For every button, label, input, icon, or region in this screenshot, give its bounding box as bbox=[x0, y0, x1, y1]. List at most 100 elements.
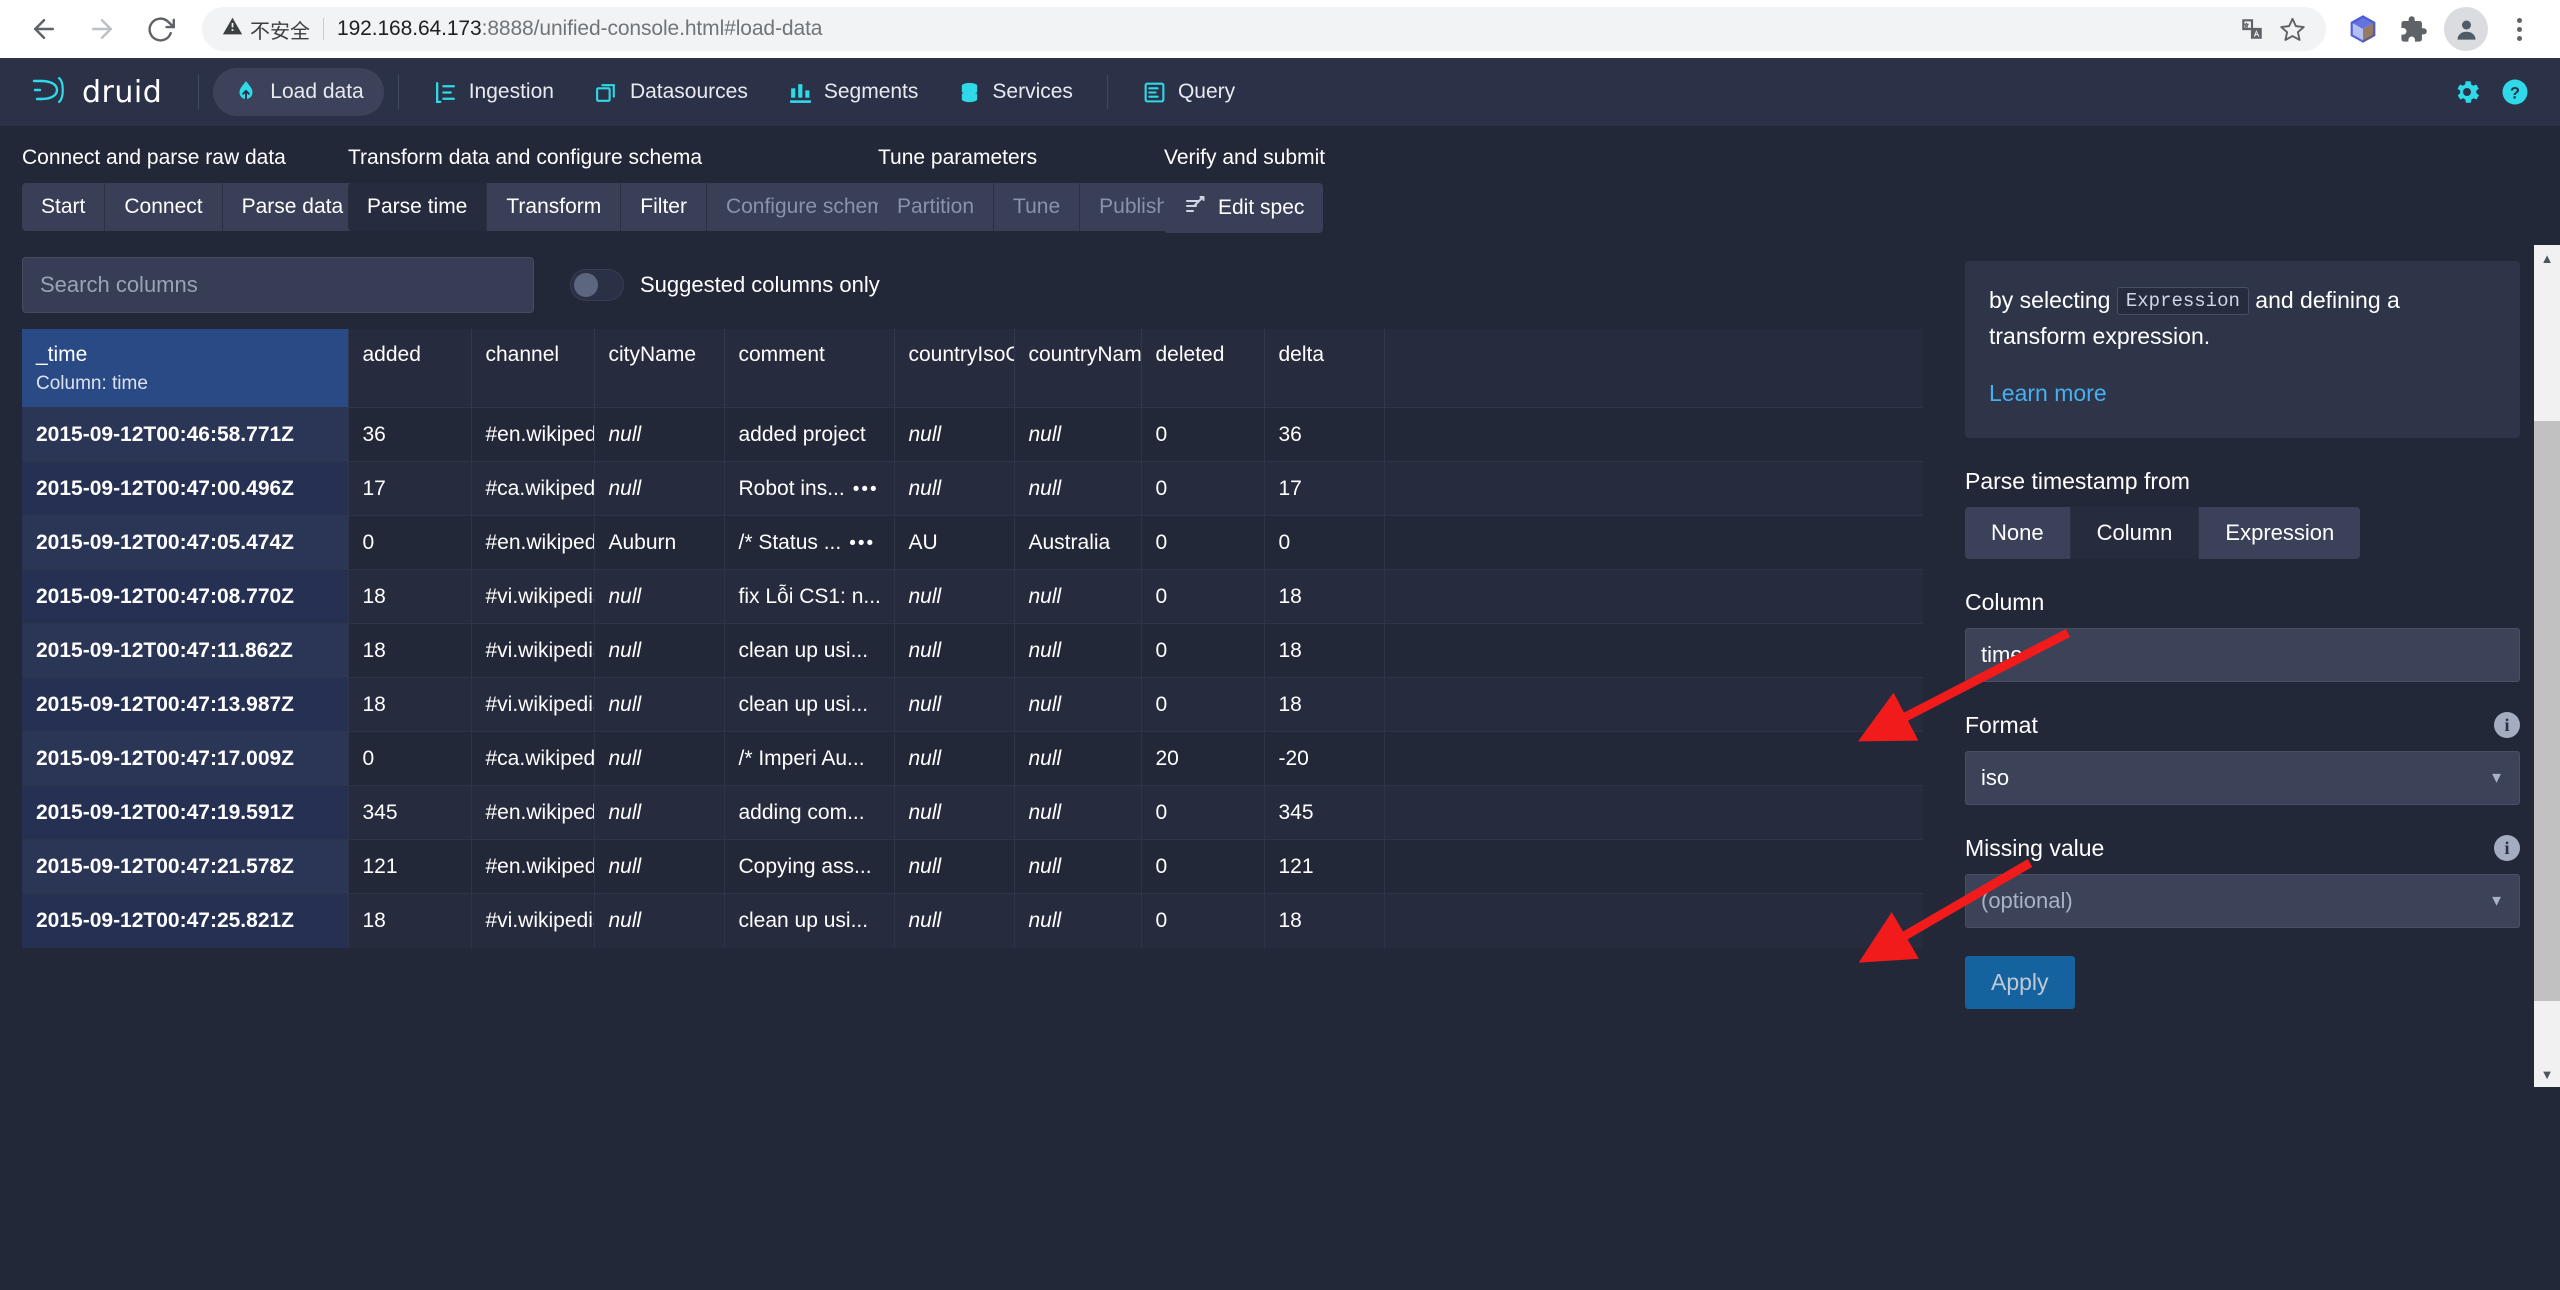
cube-extension-icon[interactable] bbox=[2340, 6, 2386, 52]
seg-option-none[interactable]: None bbox=[1965, 506, 2071, 559]
gear-icon[interactable] bbox=[2452, 77, 2482, 107]
nav-item-query[interactable]: Query bbox=[1122, 68, 1255, 116]
druid-logo[interactable]: druid bbox=[28, 71, 184, 114]
step-button-connect[interactable]: Connect bbox=[105, 183, 223, 231]
back-button[interactable] bbox=[18, 3, 70, 55]
table-row[interactable]: 2015-09-12T00:47:05.474Z0#en.wikipediaAu… bbox=[22, 515, 1923, 570]
cell-added: 0 bbox=[348, 515, 472, 570]
table-row[interactable]: 2015-09-12T00:47:25.821Z 18 #vi.wikipedia n… bbox=[22, 893, 1923, 948]
kebab-menu-icon[interactable] bbox=[2496, 6, 2542, 52]
nav-item-segments[interactable]: Segments bbox=[768, 68, 939, 116]
apply-button[interactable]: Apply bbox=[1965, 955, 2075, 1009]
missing-value-select[interactable] bbox=[1965, 873, 2520, 928]
missing-value-select-wrapper[interactable]: ▼ bbox=[1965, 873, 2520, 928]
null-value: null bbox=[608, 476, 642, 500]
svg-text:?: ? bbox=[2510, 84, 2520, 102]
cell-countryisocode: null bbox=[894, 677, 1015, 732]
cell-comment: added project bbox=[724, 407, 895, 462]
cell-_time: 2015-09-12T00:47:25.821Z bbox=[22, 893, 349, 948]
url-text[interactable]: 192.168.64.173:8888/unified-console.html… bbox=[337, 17, 2232, 41]
table-row[interactable]: 2015-09-12T00:47:08.770Z 18 #vi.wikipedia n… bbox=[22, 569, 1923, 624]
table-row[interactable]: 2015-09-12T00:47:13.987Z 18 #vi.wikipedia n… bbox=[22, 677, 1923, 732]
security-indicator[interactable]: 不安全 bbox=[222, 15, 310, 44]
step-button-edit-spec[interactable]: Edit spec bbox=[1164, 183, 1324, 233]
null-value: null bbox=[1028, 476, 1062, 500]
null-value: null bbox=[608, 584, 642, 608]
seg-option-expression[interactable]: Expression bbox=[2199, 506, 2361, 559]
cell-added: 18 bbox=[348, 677, 472, 732]
step-button-start[interactable]: Start bbox=[22, 183, 106, 231]
column-header-comment[interactable]: comment bbox=[724, 329, 895, 408]
reload-button[interactable] bbox=[134, 3, 186, 55]
help-icon[interactable]: ? bbox=[2500, 77, 2530, 107]
table-row[interactable]: 2015-09-12T00:47:17.009Z0#ca.wikipedia nu… bbox=[22, 731, 1923, 786]
table-row[interactable]: 2015-09-12T00:47:11.862Z 18 #vi.wikipedia n… bbox=[22, 623, 1923, 678]
column-header-countryisocode[interactable]: countryIsoCod bbox=[894, 329, 1015, 408]
cell-channel: #vi.wikipedia bbox=[471, 623, 595, 678]
omnibox-divider bbox=[323, 18, 324, 40]
address-bar[interactable]: 不安全 192.168.64.173:8888/unified-console.… bbox=[202, 7, 2326, 51]
puzzle-extensions-icon[interactable] bbox=[2390, 6, 2436, 52]
scroll-up-arrow-icon[interactable]: ▲ bbox=[2534, 245, 2560, 271]
cell-overflow bbox=[1384, 623, 1923, 678]
cell-cityname: Auburn bbox=[594, 515, 725, 570]
step-button-row: Parse time Transform Filter Configure sc… bbox=[348, 183, 916, 231]
main-content: Suggested columns only _time Column: tim… bbox=[0, 245, 2560, 1290]
learn-more-link[interactable]: Learn more bbox=[1989, 376, 2107, 412]
seg-option-column[interactable]: Column bbox=[2070, 506, 2200, 559]
nav-item-services[interactable]: Services bbox=[938, 68, 1093, 116]
cell-deleted: 0 bbox=[1141, 839, 1265, 894]
parse-timestamp-from-text: Parse timestamp from bbox=[1965, 467, 2190, 494]
column-header-channel[interactable]: channel bbox=[471, 329, 595, 408]
more-ellipsis-icon[interactable]: ••• bbox=[853, 479, 879, 500]
more-ellipsis-icon[interactable]: ••• bbox=[849, 533, 875, 554]
column-header-countryname[interactable]: countryName bbox=[1014, 329, 1142, 408]
missing-value-info-icon[interactable]: i bbox=[2494, 835, 2520, 862]
step-button-parse-time[interactable]: Parse time bbox=[348, 183, 488, 231]
reload-icon bbox=[146, 15, 175, 44]
table-row[interactable]: 2015-09-12T00:47:21.578Z121#en.wikipedia… bbox=[22, 839, 1923, 894]
column-header-cityname[interactable]: cityName bbox=[594, 329, 725, 408]
cell-channel: #en.wikipedia bbox=[471, 785, 595, 840]
column-header-deleted[interactable]: deleted bbox=[1141, 329, 1265, 408]
column-header-time[interactable]: _time Column: time bbox=[22, 329, 349, 408]
missing-value-field-label: Missing value i bbox=[1965, 835, 2520, 862]
column-input[interactable] bbox=[1965, 627, 2520, 682]
step-button-filter[interactable]: Filter bbox=[621, 183, 707, 231]
column-label-text: Column bbox=[1965, 588, 2045, 615]
column-header-delta[interactable]: delta bbox=[1264, 329, 1385, 408]
search-columns-input[interactable] bbox=[22, 257, 534, 313]
nav-item-ingestion[interactable]: Ingestion bbox=[413, 68, 574, 116]
format-select[interactable] bbox=[1965, 750, 2520, 805]
step-button-parse-data[interactable]: Parse data bbox=[222, 183, 363, 231]
step-group-title: Verify and submit bbox=[1164, 146, 1326, 169]
panel-vertical-scrollbar[interactable]: ▲ ▼ bbox=[2534, 245, 2560, 1087]
profile-avatar-icon[interactable] bbox=[2444, 7, 2488, 51]
cell-countryisocode: null bbox=[894, 785, 1015, 840]
format-info-icon[interactable]: i bbox=[2494, 712, 2520, 739]
null-value: null bbox=[608, 854, 642, 878]
translate-icon[interactable] bbox=[2232, 9, 2272, 49]
scroll-down-arrow-icon[interactable]: ▼ bbox=[2534, 1061, 2560, 1087]
bookmark-star-icon[interactable] bbox=[2272, 9, 2312, 49]
step-button-transform[interactable]: Transform bbox=[487, 183, 622, 231]
suggested-columns-toggle[interactable]: Suggested columns only bbox=[570, 269, 880, 301]
table-row[interactable]: 2015-09-12T00:47:19.591Z345#en.wikipedia… bbox=[22, 785, 1923, 840]
step-button-row: Start Connect Parse data bbox=[22, 183, 363, 231]
nav-item-label: Load data bbox=[270, 80, 364, 103]
step-button-tune[interactable]: Tune bbox=[994, 183, 1081, 231]
forward-button[interactable] bbox=[76, 3, 128, 55]
column-header-added[interactable]: added bbox=[348, 329, 472, 408]
toggle-switch[interactable] bbox=[570, 269, 624, 301]
step-button-partition[interactable]: Partition bbox=[878, 183, 995, 231]
cell-deleted: 0 bbox=[1141, 407, 1265, 462]
table-row[interactable]: 2015-09-12T00:46:58.771Z36#en.wikipedian… bbox=[22, 407, 1923, 462]
cell-cityname: null bbox=[594, 731, 725, 786]
step-group-title: Tune parameters bbox=[878, 146, 1038, 169]
vertical-scroll-thumb[interactable] bbox=[2534, 421, 2560, 1001]
nav-item-datasources[interactable]: Datasources bbox=[574, 68, 768, 116]
format-select-wrapper[interactable]: ▼ bbox=[1965, 750, 2520, 805]
nav-item-load-data[interactable]: Load data bbox=[213, 68, 384, 116]
vertical-scroll-track[interactable] bbox=[2534, 271, 2560, 1061]
table-row[interactable]: 2015-09-12T00:47:00.496Z17#ca.wikipedian… bbox=[22, 461, 1923, 516]
